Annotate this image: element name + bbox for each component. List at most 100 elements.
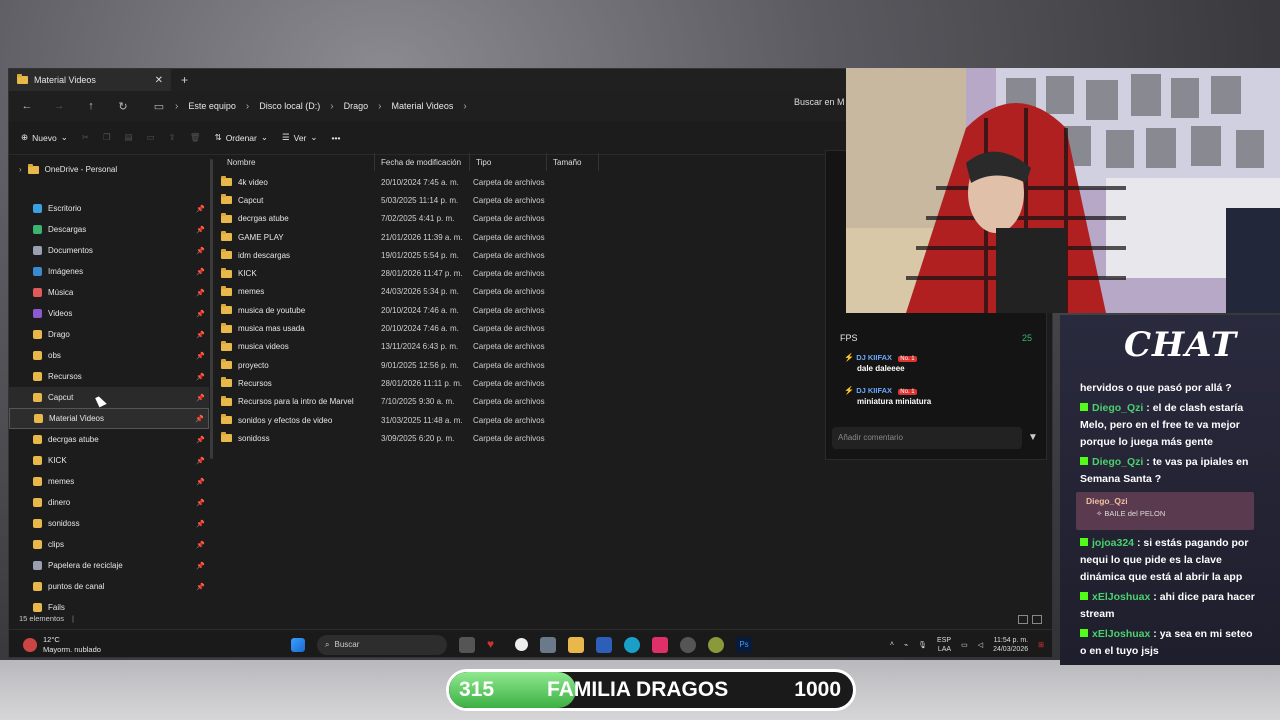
pin-icon[interactable]: 📌	[196, 583, 205, 591]
taskbar-search[interactable]: ⌕ Buscar	[317, 634, 447, 655]
start-menu-icon[interactable]	[291, 637, 305, 652]
pin-icon[interactable]: 📌	[196, 310, 205, 318]
task-view-icon[interactable]	[459, 636, 475, 653]
tab-material-videos[interactable]: Material Videos ✕	[9, 69, 171, 91]
edge-icon[interactable]	[624, 636, 640, 653]
search-input[interactable]: Buscar en M	[794, 97, 845, 107]
pin-icon[interactable]: 📌	[196, 373, 205, 381]
column-name[interactable]: Nombre	[209, 153, 375, 171]
pin-icon[interactable]: 📌	[196, 520, 205, 528]
pin-icon[interactable]: 📌	[196, 331, 205, 339]
sidebar-item[interactable]: Material Videos 📌	[9, 408, 209, 429]
column-date-modified[interactable]: Fecha de modificación	[375, 153, 470, 171]
app-circle-icon[interactable]	[680, 636, 696, 653]
pin-icon[interactable]: 📌	[196, 562, 205, 570]
cut-icon[interactable]: ✂	[82, 132, 89, 143]
chat-username[interactable]: Diego_Qzi	[1092, 402, 1143, 414]
sidebar-item[interactable]: KICK 📌	[9, 450, 209, 471]
sidebar-item[interactable]: clips 📌	[9, 534, 209, 555]
tiktok-icon[interactable]	[652, 636, 668, 653]
pin-icon[interactable]: 📌	[196, 268, 205, 276]
chevron-right-icon[interactable]: ›	[175, 101, 178, 112]
pin-icon[interactable]: 📌	[196, 541, 205, 549]
wifi-icon[interactable]: ▭	[961, 641, 968, 649]
app-icon[interactable]: ♥	[487, 637, 503, 653]
pin-icon[interactable]: 📌	[196, 499, 205, 507]
breadcrumb-disco-local[interactable]: Disco local (D:)	[259, 101, 320, 111]
overlay-username[interactable]: DJ KIIFAX	[856, 386, 892, 395]
new-tab-button[interactable]: +	[181, 73, 188, 87]
app-globe-icon[interactable]	[708, 636, 724, 653]
copy-icon[interactable]: ❐	[103, 132, 111, 143]
chevron-right-icon[interactable]: ›	[330, 101, 333, 112]
chat-username[interactable]: jojoa324	[1092, 537, 1134, 549]
sidebar-item[interactable]: Escritorio 📌	[9, 198, 209, 219]
refresh-icon[interactable]: ↻	[117, 100, 129, 113]
new-button[interactable]: ⊕ Nuevo ⌄	[21, 132, 68, 143]
weather-widget[interactable]: 12°C Mayorm. nublado	[9, 635, 239, 655]
paste-icon[interactable]: ▤	[125, 132, 133, 143]
chat-username[interactable]: Diego_Qzi	[1092, 456, 1143, 468]
pin-icon[interactable]: 📌	[196, 226, 205, 234]
sidebar-item-onedrive[interactable]: › OneDrive - Personal	[9, 159, 209, 180]
sidebar-item[interactable]: obs 📌	[9, 345, 209, 366]
sidebar-item[interactable]: Documentos 📌	[9, 240, 209, 261]
sidebar-item[interactable]: sonidoss 📌	[9, 513, 209, 534]
sidebar-item[interactable]: decrgas atube 📌	[9, 429, 209, 450]
word-icon[interactable]	[596, 636, 612, 653]
pin-icon[interactable]: 📌	[196, 247, 205, 255]
pin-icon[interactable]: 📌	[196, 394, 205, 402]
breadcrumb-material-videos[interactable]: Material Videos	[391, 101, 453, 111]
tiles-view-icon[interactable]	[1032, 615, 1042, 624]
sidebar-item[interactable]: Papelera de reciclaje 📌	[9, 555, 209, 576]
notification-icon[interactable]: ⊞	[1038, 641, 1044, 649]
breadcrumb-este-equipo[interactable]: Este equipo	[188, 101, 236, 111]
sidebar-item[interactable]: Videos 📌	[9, 303, 209, 324]
chat-username[interactable]: xElJoshuax	[1092, 628, 1150, 640]
column-type[interactable]: Tipo	[470, 153, 547, 171]
overlay-username[interactable]: DJ KIIFAX	[856, 353, 892, 362]
sidebar-item[interactable]: Música 📌	[9, 282, 209, 303]
close-tab-icon[interactable]: ✕	[155, 75, 163, 86]
mic-icon[interactable]: 🎙	[918, 641, 927, 649]
chat-username[interactable]: xElJoshuax	[1092, 591, 1150, 603]
chevron-right-icon[interactable]: ›	[19, 165, 22, 174]
up-arrow-icon[interactable]: ↑	[85, 100, 97, 112]
computer-icon[interactable]: ▭	[153, 100, 165, 113]
sidebar-item[interactable]: Imágenes 📌	[9, 261, 209, 282]
network-icon[interactable]: ⌁	[904, 641, 908, 649]
pin-icon[interactable]: 📌	[195, 415, 204, 423]
language-indicator[interactable]: ESP LAA	[937, 636, 951, 654]
view-button[interactable]: ☰ Ver ⌄	[282, 132, 318, 143]
sidebar-item[interactable]: memes 📌	[9, 471, 209, 492]
comment-input[interactable]: Añadir comentario	[832, 427, 1022, 449]
chevron-right-icon[interactable]: ›	[246, 101, 249, 112]
pin-icon[interactable]: 📌	[196, 289, 205, 297]
more-options-button[interactable]: •••	[332, 133, 341, 143]
pin-icon[interactable]: 📌	[196, 478, 205, 486]
sidebar-item[interactable]: Recursos 📌	[9, 366, 209, 387]
forward-arrow-icon[interactable]: →	[53, 100, 65, 112]
chevron-right-icon[interactable]: ›	[463, 101, 466, 112]
sidebar-item[interactable]: dinero 📌	[9, 492, 209, 513]
sidebar-item[interactable]: puntos de canal 📌	[9, 576, 209, 597]
file-explorer-icon[interactable]	[568, 636, 584, 653]
share-icon[interactable]: ⇪	[169, 132, 176, 143]
details-view-icon[interactable]	[1018, 615, 1028, 624]
column-size[interactable]: Tamaño	[547, 153, 599, 171]
pin-icon[interactable]: 📌	[196, 457, 205, 465]
delete-icon[interactable]: 🗑	[190, 132, 201, 143]
sidebar-item[interactable]: Descargas 📌	[9, 219, 209, 240]
sidebar-item[interactable]: Drago 📌	[9, 324, 209, 345]
back-arrow-icon[interactable]: ←	[21, 100, 33, 112]
sidebar-item[interactable]: Capcut 📌	[9, 387, 209, 408]
rename-icon[interactable]: ▭	[147, 132, 155, 143]
chevron-right-icon[interactable]: ›	[378, 101, 381, 112]
pin-icon[interactable]: 📌	[196, 205, 205, 213]
clock[interactable]: 11:54 p. m. 24/03/2026	[993, 636, 1028, 654]
breadcrumb-drago[interactable]: Drago	[344, 101, 369, 111]
chevron-up-icon[interactable]: ˄	[890, 641, 894, 648]
pin-icon[interactable]: 📌	[196, 436, 205, 444]
obs-icon[interactable]	[515, 638, 528, 651]
pin-icon[interactable]: 📌	[196, 352, 205, 360]
